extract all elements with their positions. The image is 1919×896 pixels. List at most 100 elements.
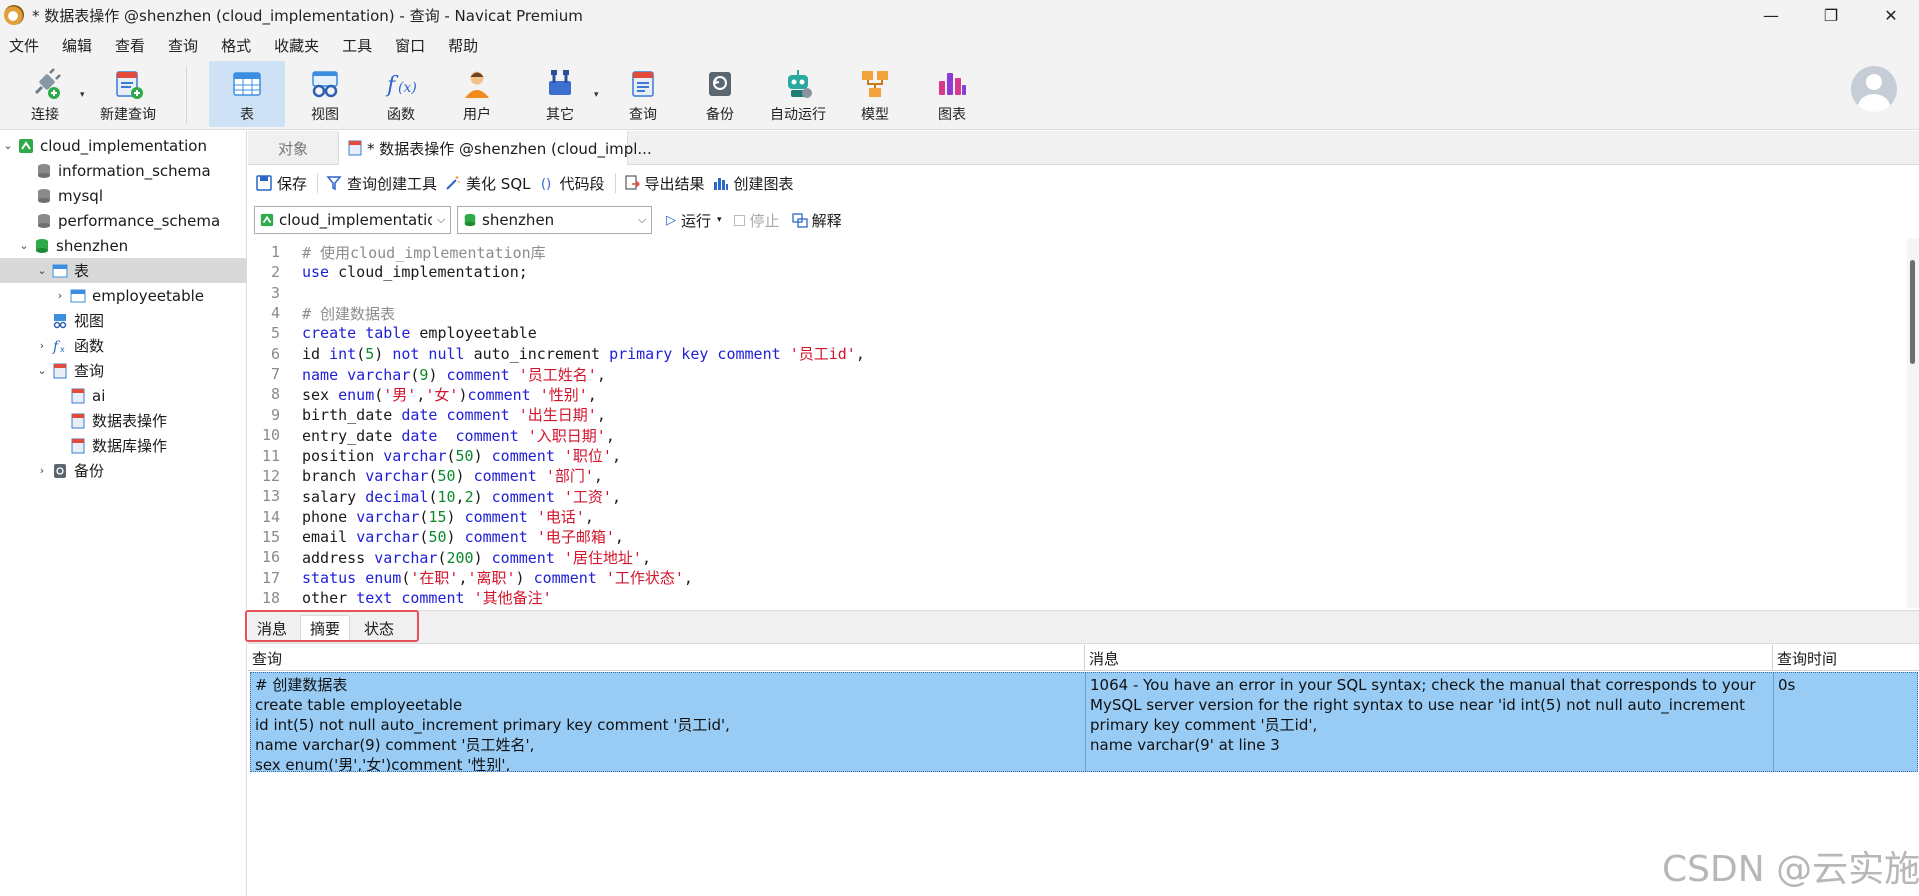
tree-db-performance-schema[interactable]: performance_schema — [0, 208, 246, 233]
menu-query[interactable]: 查询 — [159, 35, 212, 56]
chevron-down-icon[interactable]: ⌄ — [2, 139, 14, 152]
tree-queries-node[interactable]: ⌄ 查询 — [0, 358, 246, 383]
code-line[interactable]: 2 use cloud_implementation; — [248, 262, 1908, 282]
tree-views-node[interactable]: 视图 — [0, 308, 246, 333]
tree-db-information-schema[interactable]: information_schema — [0, 158, 246, 183]
table-button[interactable]: 表 — [209, 61, 285, 127]
tree-query-db-ops[interactable]: 数据库操作 — [0, 433, 246, 458]
minimize-button[interactable]: — — [1746, 0, 1796, 30]
code-token: ( — [374, 385, 384, 404]
code-snippet-label: 代码段 — [559, 174, 605, 193]
run-dropdown-icon[interactable]: ▾ — [717, 215, 722, 225]
code-snippet-button[interactable]: () 代码段 — [539, 173, 605, 194]
tree-query-ai[interactable]: ai — [0, 383, 246, 408]
explain-button[interactable]: 解释 — [791, 210, 842, 231]
maximize-button[interactable]: ❐ — [1806, 0, 1856, 30]
chevron-down-icon[interactable]: ⌄ — [36, 264, 48, 277]
sql-editor[interactable]: 1 # 使用cloud_implementation库 2 use cloud_imp… — [248, 238, 1908, 608]
menu-favorites[interactable]: 收藏夹 — [265, 35, 333, 56]
code-token: varchar — [383, 447, 447, 465]
connection-select[interactable]: cloud_implementation ⌵ — [254, 206, 451, 234]
tree-db-mysql[interactable]: mysql — [0, 183, 246, 208]
model-button[interactable]: 模型 — [844, 61, 906, 127]
connect-dropdown-icon[interactable]: ▾ — [80, 90, 85, 100]
code-line[interactable]: 6 id int(5) not null auto_increment prima… — [248, 344, 1908, 364]
tree-tables-node[interactable]: ⌄ 表 — [0, 258, 246, 283]
code-line[interactable]: 1 # 使用cloud_implementation库 — [248, 242, 1908, 262]
menu-tools[interactable]: 工具 — [333, 35, 386, 56]
editor-scrollbar[interactable] — [1907, 238, 1919, 608]
code-token: , — [596, 365, 606, 384]
code-line[interactable]: 17 status enum('在职','离职') comment '工作状态', — [248, 568, 1908, 588]
chevron-right-icon[interactable]: › — [36, 339, 48, 352]
code-line[interactable]: 7 name varchar(9) comment '员工姓名', — [248, 364, 1908, 384]
backup-icon — [54, 463, 66, 478]
tab-query[interactable]: * 数据表操作 @shenzhen (cloud_impl... — [338, 131, 652, 165]
user-avatar[interactable] — [1851, 66, 1897, 112]
code-line[interactable]: 5 create table employeetable — [248, 323, 1908, 343]
code-line[interactable]: 16 address varchar(200) comment '居住地址', — [248, 547, 1908, 567]
code-token: ( — [356, 345, 366, 364]
column-header-message[interactable]: 消息 — [1085, 645, 1773, 671]
create-chart-button[interactable]: 创建图表 — [713, 173, 794, 194]
function-button[interactable]: f (x) 函数 — [370, 61, 432, 127]
code-token: varchar — [374, 548, 438, 567]
result-grid-header: 查询 消息 查询时间 — [248, 645, 1919, 671]
tab-objects[interactable]: 对象 — [248, 131, 338, 165]
chevron-right-icon[interactable]: › — [36, 464, 48, 477]
menu-help[interactable]: 帮助 — [439, 35, 492, 56]
tree-db-shenzhen[interactable]: ⌄ shenzhen — [0, 233, 246, 258]
tree-backups-node[interactable]: › 备份 — [0, 458, 246, 483]
other-dropdown-icon[interactable]: ▾ — [594, 90, 599, 100]
tree-table-employeetable[interactable]: › employeetable — [0, 283, 246, 308]
backup-button[interactable]: 备份 — [689, 61, 751, 127]
database-select[interactable]: shenzhen ⌵ — [457, 206, 652, 234]
view-button[interactable]: 视图 — [294, 61, 356, 127]
code-line[interactable]: 15 email varchar(50) comment '电子邮箱', — [248, 527, 1908, 547]
chevron-down-icon[interactable]: ⌄ — [36, 364, 48, 377]
beautify-sql-button[interactable]: 美化 SQL — [445, 173, 531, 194]
code-line[interactable]: 8 sex enum('男','女')comment '性别', — [248, 384, 1908, 404]
menu-edit[interactable]: 编辑 — [53, 35, 106, 56]
menu-view[interactable]: 查看 — [106, 35, 159, 56]
scrollbar-thumb[interactable] — [1910, 260, 1915, 364]
user-button[interactable]: 用户 — [446, 61, 508, 127]
table-row[interactable]: # 创建数据表 create table employeetable id in… — [250, 672, 1918, 772]
save-label: 保存 — [277, 174, 308, 193]
code-token: '部门' — [545, 467, 594, 486]
tree-functions-node[interactable]: › fx 函数 — [0, 333, 246, 358]
menu-file[interactable]: 文件 — [0, 35, 53, 56]
code-line[interactable]: 9 birth_date date comment '出生日期', — [248, 405, 1908, 425]
save-button[interactable]: 保存 — [256, 173, 307, 194]
run-button[interactable]: ▷ 运行 ▾ — [666, 210, 722, 231]
tree-connection[interactable]: ⌄ cloud_implementation — [0, 133, 246, 158]
new-query-button[interactable]: 新建查询 — [94, 61, 162, 127]
code-line[interactable]: 3 — [248, 283, 1908, 303]
query-builder-button[interactable]: 查询创建工具 — [326, 173, 437, 194]
code-line[interactable]: 18 other text comment '其他备注' — [248, 588, 1908, 608]
chevron-right-icon[interactable]: › — [54, 289, 66, 302]
menu-window[interactable]: 窗口 — [386, 35, 439, 56]
code-line[interactable]: 13 salary decimal(10,2) comment '工资', — [248, 486, 1908, 506]
chart-button[interactable]: 图表 — [921, 61, 983, 127]
connect-button[interactable]: 连接 — [14, 61, 76, 127]
code-line[interactable]: 11 position varchar(50) comment '职位', — [248, 446, 1908, 466]
tree-query-table-ops[interactable]: 数据表操作 — [0, 408, 246, 433]
auto-run-button[interactable]: 自动运行 — [762, 61, 834, 127]
export-results-button[interactable]: 导出结果 — [624, 173, 705, 194]
close-button[interactable]: ✕ — [1866, 0, 1916, 30]
toolbar-separator — [186, 66, 187, 124]
code-line[interactable]: 4 # 创建数据表 — [248, 303, 1908, 323]
code-line[interactable]: 12 branch varchar(50) comment '部门', — [248, 466, 1908, 486]
code-line[interactable]: 10 entry_date date comment '入职日期', — [248, 425, 1908, 445]
menu-format[interactable]: 格式 — [212, 35, 265, 56]
stop-button[interactable]: 停止 — [733, 210, 780, 231]
chevron-down-icon[interactable]: ⌄ — [18, 239, 30, 252]
column-header-time[interactable]: 查询时间 — [1773, 645, 1919, 671]
code-line[interactable]: 14 phone varchar(15) comment '电话', — [248, 507, 1908, 527]
code-token: comment — [491, 548, 555, 567]
other-button[interactable]: 其它 — [529, 61, 591, 127]
query-button[interactable]: 查询 — [612, 61, 674, 127]
column-header-query[interactable]: 查询 — [248, 645, 1085, 671]
explain-label: 解释 — [811, 211, 842, 230]
